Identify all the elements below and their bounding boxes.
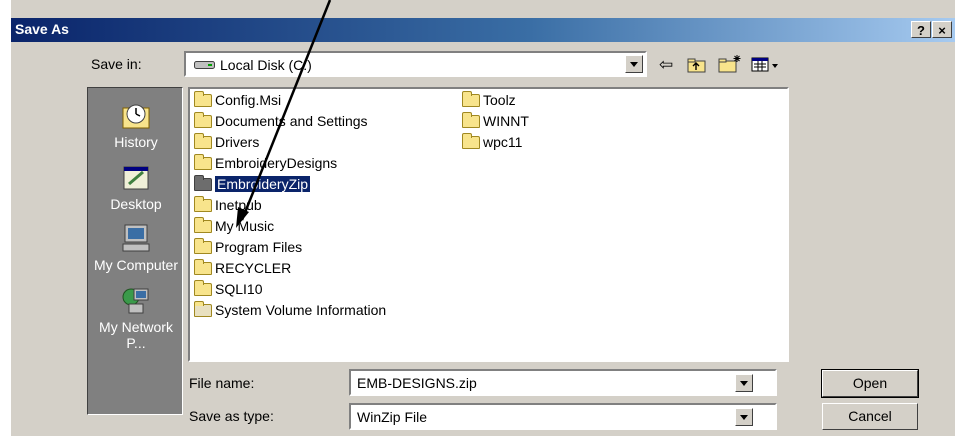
annotation-arrow (236, 0, 332, 228)
